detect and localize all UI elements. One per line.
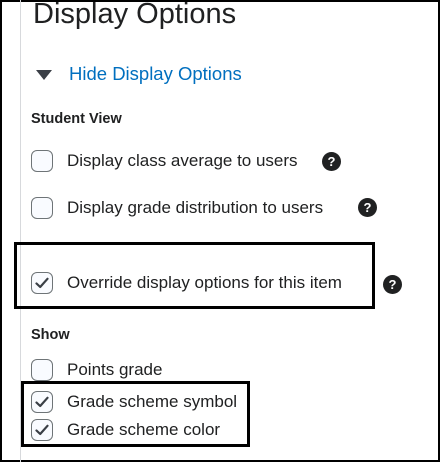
grade-scheme-color-option: Grade scheme color bbox=[31, 417, 220, 443]
hide-display-options-toggle[interactable]: Hide Display Options bbox=[36, 60, 242, 88]
toggle-label: Hide Display Options bbox=[69, 63, 242, 84]
page-title: Display Options bbox=[33, 0, 237, 30]
checkbox-label: Override display options for this item bbox=[67, 273, 342, 292]
checkmark-icon bbox=[35, 277, 49, 289]
override-display-options-checkbox[interactable] bbox=[31, 272, 53, 294]
question-circle-icon[interactable]: ? bbox=[322, 152, 341, 171]
checkbox-label: Points grade bbox=[67, 360, 163, 379]
checkbox-label: Display grade distribution to users bbox=[67, 198, 324, 217]
show-heading: Show bbox=[31, 327, 70, 343]
checkbox-label: Display class average to users bbox=[67, 151, 298, 170]
points-grade-checkbox[interactable] bbox=[31, 359, 53, 381]
checkmark-icon bbox=[35, 396, 49, 408]
student-view-heading: Student View bbox=[31, 111, 122, 127]
display-grade-distribution-checkbox[interactable] bbox=[31, 197, 53, 219]
display-class-average-checkbox[interactable] bbox=[31, 150, 53, 172]
grade-scheme-color-checkbox[interactable] bbox=[31, 419, 53, 441]
caret-down-icon bbox=[36, 70, 52, 80]
checkmark-icon bbox=[35, 424, 49, 436]
question-circle-icon[interactable]: ? bbox=[358, 198, 377, 217]
question-circle-icon[interactable]: ? bbox=[383, 275, 402, 294]
checkbox-label: Grade scheme color bbox=[67, 420, 221, 439]
points-grade-option: Points grade bbox=[31, 357, 162, 383]
display-grade-distribution-option: Display grade distribution to users bbox=[31, 195, 323, 221]
checkbox-label: Grade scheme symbol bbox=[67, 392, 238, 411]
display-class-average-option: Display class average to users bbox=[31, 148, 298, 174]
grade-scheme-symbol-checkbox[interactable] bbox=[31, 391, 53, 413]
grade-scheme-symbol-option: Grade scheme symbol bbox=[31, 389, 237, 415]
override-display-options-option: Override display options for this item bbox=[31, 270, 342, 296]
